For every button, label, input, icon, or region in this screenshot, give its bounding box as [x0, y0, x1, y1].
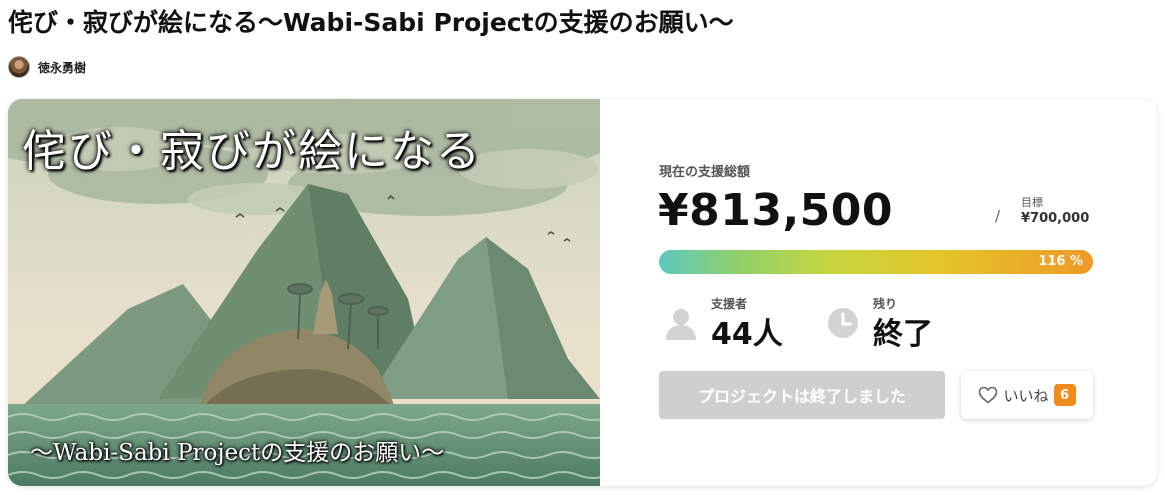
project-ended-button[interactable]: プロジェクトは終了しました [659, 371, 945, 419]
goal-label: 目標 [1021, 196, 1043, 209]
avatar[interactable] [8, 56, 30, 78]
heart-icon [979, 386, 998, 404]
goal-separator: / [995, 207, 1001, 225]
hero-image: 侘び・寂びが絵になる 〜Wabi-Sabi Projectの支援のお願い〜 [8, 99, 600, 486]
like-label: いいね [1003, 386, 1049, 405]
raised-amount: ¥813,500 [658, 185, 894, 236]
like-count-badge: 6 [1053, 384, 1076, 406]
author-name[interactable]: 徳永勇樹 [38, 59, 86, 76]
remaining-stat: 残り 終了 [826, 292, 986, 352]
raised-label: 現在の支援総額 [659, 165, 751, 180]
author[interactable]: 徳永勇樹 [8, 55, 86, 79]
hero-title: 侘び・寂びが絵になる [22, 126, 482, 177]
funding-panel: 現在の支援総額 ¥813,500 / 目標 ¥700,000 116 % 支援者… [658, 99, 1148, 486]
supporters-stat: 支援者 44人 [664, 292, 824, 352]
goal-amount: ¥700,000 [1021, 211, 1090, 226]
person-icon [666, 309, 696, 340]
progress-percent: 116 % [1038, 254, 1083, 269]
page-title: 侘び・寂びが絵になる〜Wabi-Sabi Projectの支援のお願い〜 [8, 8, 734, 37]
like-button[interactable]: いいね 6 [961, 371, 1093, 419]
remaining-value: 終了 [873, 317, 933, 352]
clock-icon [828, 308, 858, 338]
supporters-value: 44人 [711, 317, 783, 352]
progress-bar: 116 % [659, 250, 1093, 274]
project-card: 侘び・寂びが絵になる 〜Wabi-Sabi Projectの支援のお願い〜 現在… [8, 99, 1157, 486]
hero-subtitle: 〜Wabi-Sabi Projectの支援のお願い〜 [30, 440, 445, 466]
